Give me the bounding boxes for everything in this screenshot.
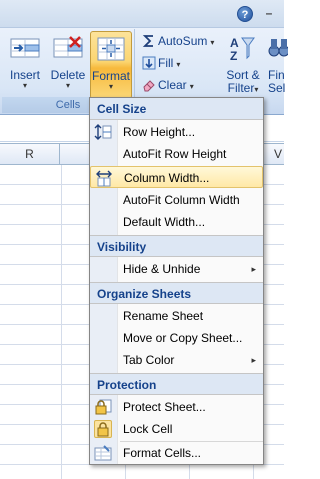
menu-item-label: Lock Cell — [123, 422, 173, 436]
format-cells-icon — [96, 35, 126, 66]
eraser-icon — [142, 78, 156, 92]
format-button[interactable]: Format ▾ — [90, 31, 132, 99]
menu-item-label: Format Cells... — [123, 446, 202, 460]
autosum-button[interactable]: AutoSum ▾ — [138, 31, 214, 51]
fill-caret[interactable]: ▾ — [176, 60, 180, 69]
menu-item-label: Hide & Unhide — [123, 262, 201, 276]
fill-down-icon — [142, 56, 156, 70]
menu-item-autofit-column-width[interactable]: AutoFit Column Width — [90, 189, 263, 211]
insert-cells-icon — [10, 34, 40, 65]
format-menu: Cell Size Row Height... AutoFit Row Heig… — [89, 97, 264, 465]
protect-sheet-lock-icon — [94, 398, 112, 416]
svg-text:Z: Z — [230, 49, 237, 62]
menu-item-format-cells[interactable]: Format Cells... — [90, 442, 263, 464]
insert-button[interactable]: Insert ▾ — [4, 31, 46, 95]
section-cell-size: Cell Size — [90, 98, 263, 120]
menu-item-label: Row Height... — [123, 125, 196, 139]
menu-item-default-width[interactable]: Default Width... — [90, 211, 263, 233]
menu-item-lock-cell[interactable]: Lock Cell — [90, 418, 263, 440]
format-dropdown-arrow[interactable]: ▾ — [91, 82, 131, 91]
menu-item-label: Move or Copy Sheet... — [123, 331, 243, 345]
sort-filter-button[interactable]: A Z Sort & Filter▾ — [223, 31, 263, 95]
delete-button[interactable]: Delete ▾ — [48, 31, 88, 95]
clear-label: Clear — [158, 78, 187, 92]
sort-az-icon: A Z — [228, 34, 258, 65]
delete-cells-icon — [53, 34, 83, 65]
fill-label: Fill — [158, 56, 174, 70]
menu-item-label: Protect Sheet... — [123, 400, 206, 414]
find-select-button[interactable]: Fin Sel — [266, 31, 290, 95]
format-label: Format — [91, 69, 130, 83]
column-header-r[interactable]: R — [0, 144, 60, 164]
clear-button[interactable]: Clear ▾ — [138, 75, 194, 95]
menu-item-label: Column Width... — [124, 171, 210, 185]
submenu-arrow-icon: ▸ — [251, 264, 256, 274]
insert-label: Insert — [9, 68, 40, 82]
menu-item-tab-color[interactable]: Tab Color ▸ — [90, 349, 263, 371]
column-width-icon — [95, 169, 113, 187]
sort-filter-label-1: Sort & — [226, 68, 260, 82]
menu-item-rename-sheet[interactable]: Rename Sheet — [90, 305, 263, 327]
menu-item-autofit-row-height[interactable]: AutoFit Row Height — [90, 143, 263, 165]
menu-item-column-width[interactable]: Column Width... — [90, 166, 263, 188]
sort-filter-label-2: Filter▾ — [227, 81, 259, 95]
find-select-label-2: Sel — [268, 81, 286, 95]
fill-button[interactable]: Fill ▾ — [138, 53, 180, 73]
delete-label: Delete — [50, 68, 86, 82]
autosum-caret[interactable]: ▾ — [210, 38, 214, 47]
submenu-arrow-icon: ▸ — [251, 355, 256, 365]
binoculars-icon — [268, 34, 290, 65]
menu-item-protect-sheet[interactable]: Protect Sheet... — [90, 396, 263, 418]
menu-item-label: Default Width... — [123, 215, 206, 229]
menu-item-hide-unhide[interactable]: Hide & Unhide ▸ — [90, 258, 263, 280]
title-strip: ? – — [0, 0, 284, 28]
insert-dropdown-arrow[interactable]: ▾ — [4, 81, 46, 90]
menu-item-label: AutoFit Row Height — [123, 147, 227, 161]
help-icon[interactable]: ? — [237, 6, 253, 22]
menu-item-label: Rename Sheet — [123, 309, 204, 323]
sigma-icon — [142, 34, 156, 48]
find-select-label-1: Fin — [268, 68, 285, 82]
menu-item-row-height[interactable]: Row Height... — [90, 121, 263, 143]
lock-icon — [94, 420, 112, 438]
svg-text:A: A — [230, 36, 239, 50]
section-visibility: Visibility — [90, 235, 263, 257]
menu-item-label: Tab Color — [123, 353, 175, 367]
format-cells-dialog-icon — [94, 444, 112, 462]
clear-caret[interactable]: ▾ — [190, 82, 194, 91]
section-organize-sheets: Organize Sheets — [90, 282, 263, 304]
row-height-icon — [94, 123, 112, 141]
minimize-ribbon-button[interactable]: – — [262, 6, 276, 20]
section-protection: Protection — [90, 373, 263, 395]
delete-dropdown-arrow[interactable]: ▾ — [48, 81, 88, 90]
menu-item-label: AutoFit Column Width — [123, 193, 240, 207]
autosum-label: AutoSum — [158, 34, 208, 48]
menu-item-move-copy-sheet[interactable]: Move or Copy Sheet... — [90, 327, 263, 349]
